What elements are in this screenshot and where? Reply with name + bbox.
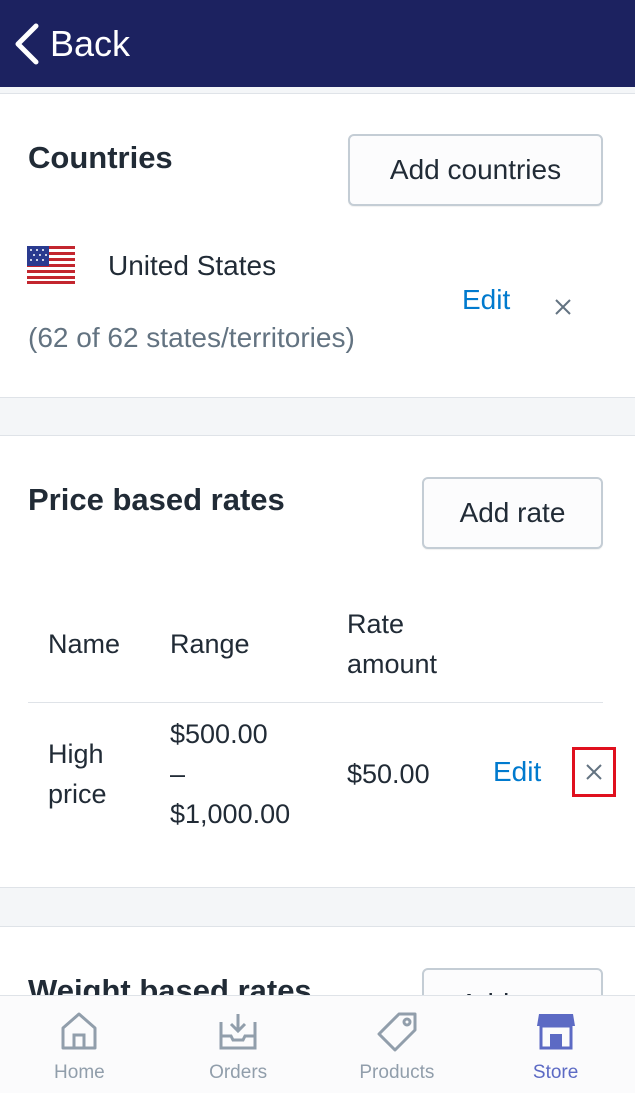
close-icon	[555, 299, 571, 315]
rate-name-line2: price	[48, 779, 107, 809]
remove-country-button[interactable]	[543, 287, 583, 327]
tab-home-label: Home	[54, 1062, 105, 1083]
weight-rates-card: Weight based rates Add rate	[0, 926, 635, 995]
rate-range-line1: $500.00	[170, 719, 268, 749]
column-header-range: Range	[170, 629, 250, 659]
tab-store-label: Store	[532, 1062, 579, 1083]
bottom-tab-bar: Home Orders Products Store	[0, 995, 635, 1093]
price-rates-title: Price based rates	[28, 482, 285, 517]
home-icon	[61, 1012, 97, 1050]
price-rates-card: Price based rates Add rate Name Range Ra…	[0, 435, 635, 888]
rate-amount: $50.00	[347, 759, 430, 789]
weight-rates-title: Weight based rates	[28, 973, 312, 995]
store-icon	[536, 1014, 575, 1050]
country-name: United States	[108, 250, 277, 281]
us-flag-icon	[27, 246, 75, 284]
edit-country-link[interactable]: Edit	[462, 284, 510, 316]
edit-rate-link[interactable]: Edit	[493, 756, 541, 788]
countries-card: Countries Add countries United States (6…	[0, 93, 635, 398]
content-scroll[interactable]: Countries Add countries United States (6…	[0, 87, 635, 995]
back-button[interactable]: Back	[12, 22, 130, 66]
tab-orders[interactable]: Orders	[159, 996, 318, 1093]
tab-store[interactable]: Store	[476, 996, 635, 1093]
remove-rate-button[interactable]	[572, 747, 616, 797]
back-label: Back	[50, 22, 131, 64]
rate-range-line3: $1,000.00	[170, 799, 291, 829]
rate-header-line1: Rate	[347, 609, 405, 639]
countries-title: Countries	[28, 140, 173, 175]
add-countries-button[interactable]: Add countries	[348, 134, 603, 206]
tag-icon	[377, 1012, 417, 1052]
add-price-rate-button[interactable]: Add rate	[422, 477, 603, 549]
rate-name-line1: High	[48, 739, 104, 769]
tab-home[interactable]: Home	[0, 996, 159, 1093]
rate-header-line2: amount	[347, 649, 438, 679]
tab-products-label: Products	[359, 1062, 435, 1083]
rate-range-line2: –	[170, 759, 186, 789]
tab-products[interactable]: Products	[318, 996, 477, 1093]
add-weight-rate-button[interactable]: Add rate	[422, 968, 603, 995]
column-header-name: Name	[48, 629, 121, 659]
states-summary: (62 of 62 states/territories)	[28, 322, 355, 353]
close-icon	[586, 764, 602, 780]
chevron-left-icon	[12, 22, 42, 66]
tab-orders-label: Orders	[209, 1062, 268, 1083]
orders-icon	[219, 1014, 257, 1050]
table-divider	[28, 702, 603, 703]
top-nav-bar: Back	[0, 0, 635, 87]
